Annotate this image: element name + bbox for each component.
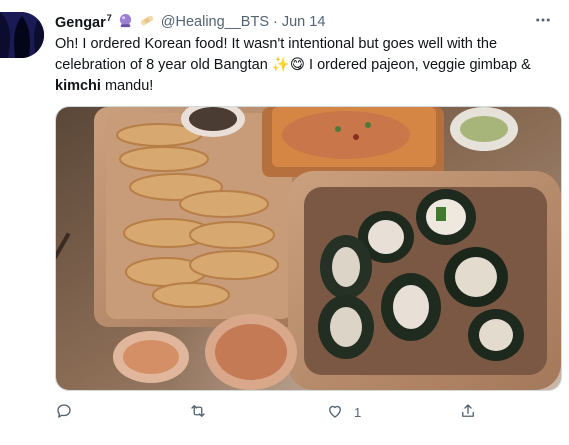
more-options-icon[interactable] (531, 8, 555, 32)
reply-icon (55, 402, 73, 423)
author-name[interactable]: Gengar7 (55, 13, 112, 31)
author-handle[interactable]: @Healing__BTS (161, 14, 269, 30)
tweet[interactable]: Gengar7 @Healing__BTS · Jun 14 Oh! I ord… (0, 0, 569, 445)
like-count: 1 (354, 404, 362, 420)
separator-dot: · (273, 14, 278, 30)
sparkles-emoji-icon: ✨ (271, 57, 290, 73)
like-button[interactable]: 1 (326, 400, 361, 424)
gengar-avatar-image (0, 12, 44, 58)
retweet-icon (189, 402, 207, 423)
tweet-photo[interactable] (55, 106, 562, 391)
avatar[interactable] (0, 12, 44, 58)
reply-button[interactable] (55, 400, 83, 424)
bandage-emoji-icon (139, 13, 155, 32)
tweet-text-part2: I ordered pajeon, veggie gimbap & (305, 57, 531, 73)
tweet-text-bold: kimchi (55, 78, 101, 94)
tweet-text-part3: mandu! (100, 78, 154, 94)
korean-food-photo-image (56, 107, 561, 390)
share-icon (459, 402, 477, 423)
yum-emoji-icon: 😋 (289, 57, 306, 73)
tweet-text: Oh! I ordered Korean food! It wasn't int… (55, 34, 560, 97)
tweet-actions: 1 (55, 400, 560, 424)
retweet-button[interactable] (189, 400, 217, 424)
crystal-ball-emoji-icon (118, 13, 133, 32)
share-button[interactable] (459, 400, 477, 424)
tweet-date[interactable]: Jun 14 (282, 14, 326, 30)
like-icon (326, 402, 344, 423)
tweet-header: Gengar7 @Healing__BTS · Jun 14 (55, 12, 325, 32)
